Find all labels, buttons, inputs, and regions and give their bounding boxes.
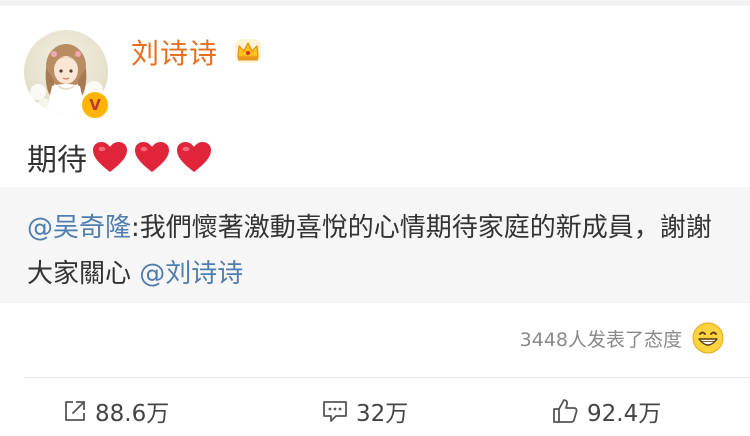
actions-divider: [24, 377, 750, 378]
like-button[interactable]: 92.4万: [551, 393, 661, 429]
post-text-content: 期待: [27, 143, 87, 178]
like-count: 92.4万: [587, 401, 662, 427]
heart-icon: [135, 142, 169, 172]
mention-author[interactable]: @吴奇隆: [27, 213, 131, 243]
attitude-summary[interactable]: 3448人发表了态度: [520, 322, 724, 354]
smile-icon: [692, 322, 724, 354]
attitude-text[interactable]: 3448人发表了态度: [520, 325, 682, 352]
like-icon: [553, 399, 578, 423]
repost-button[interactable]: 88.6万: [63, 393, 169, 429]
repost-card[interactable]: @吴奇隆:我們懷著激動喜悅的心情期待家庭的新成員，謝謝大家關心 @刘诗诗: [0, 187, 750, 303]
top-divider: [0, 0, 750, 6]
crown-icon: [235, 39, 261, 63]
username[interactable]: 刘诗诗: [131, 32, 218, 72]
verified-icon: V: [80, 90, 110, 120]
comment-button[interactable]: 32万: [322, 393, 408, 429]
repost-count: 88.6万: [95, 401, 170, 427]
avatar[interactable]: V: [24, 30, 110, 120]
comment-count: 32万: [356, 401, 409, 427]
mention-user[interactable]: @刘诗诗: [139, 259, 243, 289]
repost-icon: [65, 401, 85, 421]
comment-icon: [323, 401, 347, 422]
repost-text: @吴奇隆:我們懷著激動喜悅的心情期待家庭的新成員，謝謝大家關心 @刘诗诗: [27, 205, 727, 297]
post-text: 期待: [27, 135, 213, 179]
heart-icon: [177, 142, 211, 172]
heart-icon: [93, 142, 127, 172]
